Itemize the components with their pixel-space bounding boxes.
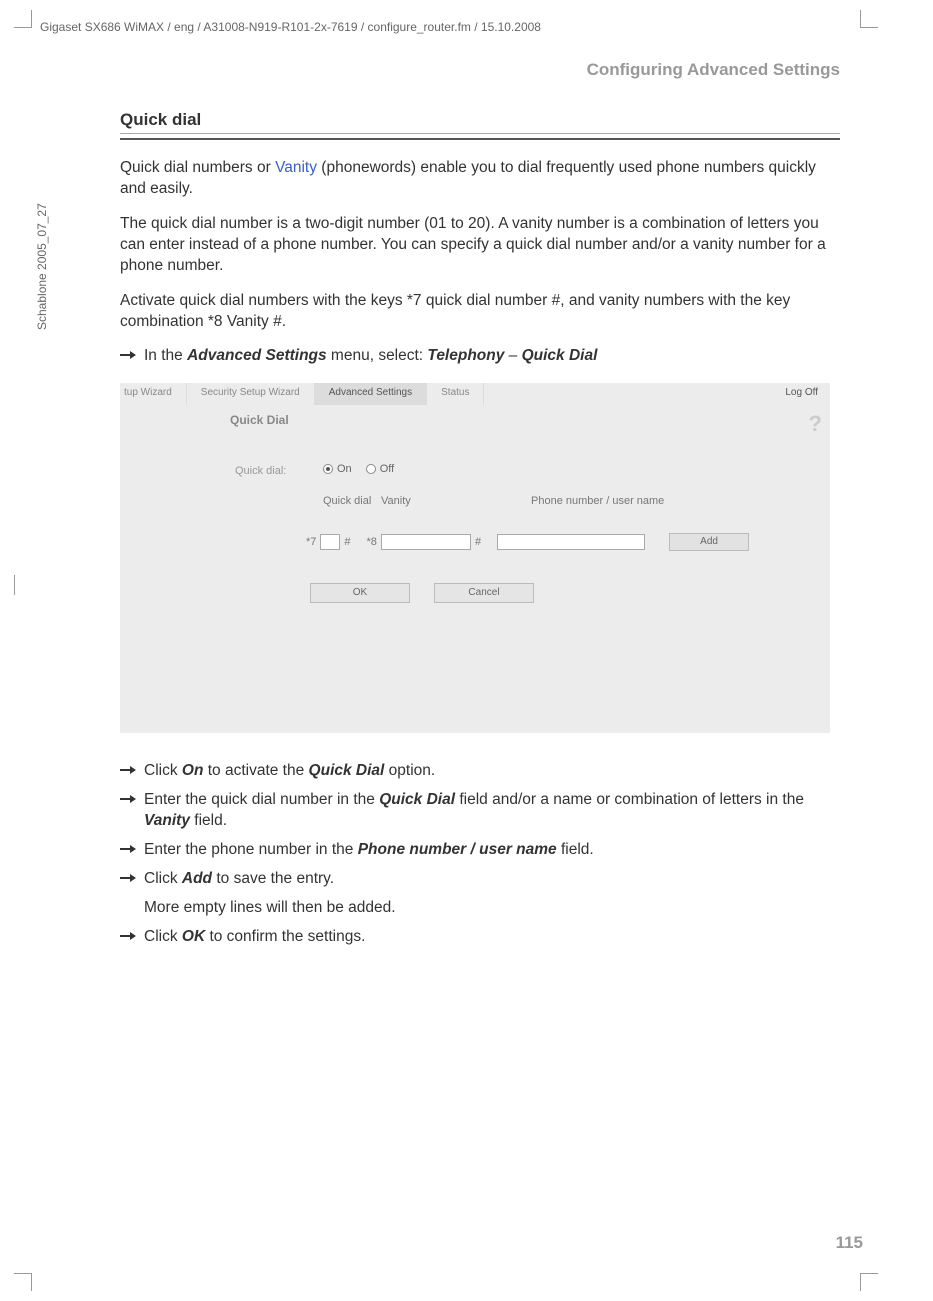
arrow-icon bbox=[120, 349, 138, 361]
instruction-row: In the Advanced Settings menu, select: T… bbox=[120, 346, 840, 367]
crop-mark bbox=[14, 575, 15, 595]
vanity-link[interactable]: Vanity bbox=[275, 159, 317, 176]
instruction-row: Click On to activate the Quick Dial opti… bbox=[120, 761, 840, 782]
crop-mark bbox=[860, 10, 878, 28]
quick-dial-label: Quick dial: bbox=[235, 465, 286, 477]
instruction-row: Enter the phone number in the Phone numb… bbox=[120, 840, 840, 861]
arrow-icon bbox=[120, 764, 138, 776]
add-button[interactable]: Add bbox=[669, 533, 749, 551]
logoff-link[interactable]: Log Off bbox=[773, 383, 830, 405]
col-quick-dial: Quick dial bbox=[323, 495, 381, 507]
arrow-icon bbox=[120, 930, 138, 942]
hash-label: # bbox=[344, 536, 350, 548]
paragraph: Activate quick dial numbers with the key… bbox=[120, 291, 840, 333]
instruction-row: Click Add to save the entry. bbox=[120, 869, 840, 890]
crop-mark bbox=[14, 10, 32, 28]
template-id: Schablone 2005_07_27 bbox=[35, 203, 49, 330]
instruction-row: Click OK to confirm the settings. bbox=[120, 927, 840, 948]
panel-heading: Quick Dial bbox=[230, 413, 289, 427]
col-phone: Phone number / user name bbox=[531, 495, 691, 507]
section-title: Configuring Advanced Settings bbox=[120, 60, 840, 80]
tab-status[interactable]: Status bbox=[427, 383, 484, 405]
crop-mark bbox=[860, 1273, 878, 1291]
paragraph: Quick dial numbers or Vanity (phonewords… bbox=[120, 158, 840, 200]
doc-header-path: Gigaset SX686 WiMAX / eng / A31008-N919-… bbox=[40, 20, 541, 34]
arrow-icon bbox=[120, 872, 138, 884]
subsection-title: Quick dial bbox=[120, 110, 840, 140]
hash-label: # bbox=[475, 536, 481, 548]
col-vanity: Vanity bbox=[381, 495, 531, 507]
tab-setup-wizard[interactable]: tup Wizard bbox=[120, 383, 187, 405]
followup-text: More empty lines will then be added. bbox=[144, 898, 840, 919]
help-icon[interactable]: ? bbox=[809, 411, 822, 437]
arrow-icon bbox=[120, 843, 138, 855]
paragraph: The quick dial number is a two-digit num… bbox=[120, 214, 840, 277]
tab-security-wizard[interactable]: Security Setup Wizard bbox=[187, 383, 315, 405]
vanity-input[interactable] bbox=[381, 534, 471, 550]
page-number: 115 bbox=[836, 1233, 863, 1253]
phone-input[interactable] bbox=[497, 534, 645, 550]
arrow-icon bbox=[120, 793, 138, 805]
router-ui-screenshot: tup Wizard Security Setup Wizard Advance… bbox=[120, 383, 830, 733]
instruction-row: Enter the quick dial number in the Quick… bbox=[120, 790, 840, 832]
ok-button[interactable]: OK bbox=[310, 583, 410, 603]
radio-off[interactable]: Off bbox=[366, 463, 394, 475]
radio-on[interactable]: On bbox=[323, 463, 352, 475]
quick-dial-input[interactable] bbox=[320, 534, 340, 550]
prefix-star8: *8 bbox=[367, 536, 377, 548]
crop-mark bbox=[14, 1273, 32, 1291]
tab-advanced-settings[interactable]: Advanced Settings bbox=[315, 383, 427, 405]
prefix-star7: *7 bbox=[306, 536, 316, 548]
cancel-button[interactable]: Cancel bbox=[434, 583, 534, 603]
